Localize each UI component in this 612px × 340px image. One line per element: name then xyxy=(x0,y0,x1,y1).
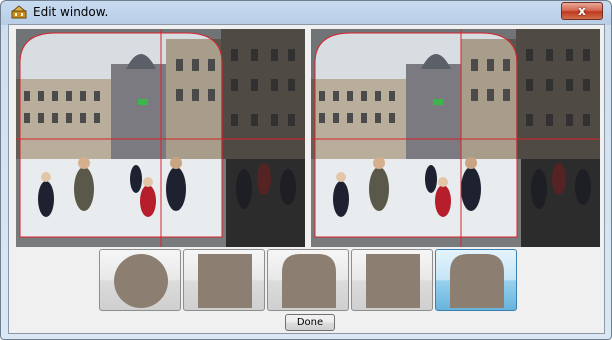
result-preview[interactable] xyxy=(311,29,600,247)
shape-button-square[interactable] xyxy=(183,249,265,311)
shape-selector xyxy=(99,249,520,312)
edit-window: Edit window. x Done xyxy=(0,0,612,340)
shape-button-rounded-top-selected[interactable] xyxy=(435,249,517,311)
rounded-top-shape-icon xyxy=(282,254,336,308)
client-area: Done xyxy=(8,24,605,334)
square-shape-icon xyxy=(198,254,252,308)
close-button[interactable]: x xyxy=(561,2,603,20)
preview-photo xyxy=(16,29,305,247)
window-title: Edit window. xyxy=(33,5,109,19)
square-shape-icon xyxy=(366,254,420,308)
source-preview[interactable] xyxy=(16,29,305,247)
app-icon xyxy=(11,5,27,19)
shape-button-rounded-top[interactable] xyxy=(267,249,349,311)
title-bar[interactable]: Edit window. x xyxy=(1,1,611,23)
shape-button-circle[interactable] xyxy=(99,249,181,311)
rounded-top-shape-icon xyxy=(450,254,504,308)
circle-shape-icon xyxy=(114,254,168,308)
shape-button-square-alt[interactable] xyxy=(351,249,433,311)
done-button[interactable]: Done xyxy=(285,314,335,331)
preview-photo xyxy=(311,29,600,247)
